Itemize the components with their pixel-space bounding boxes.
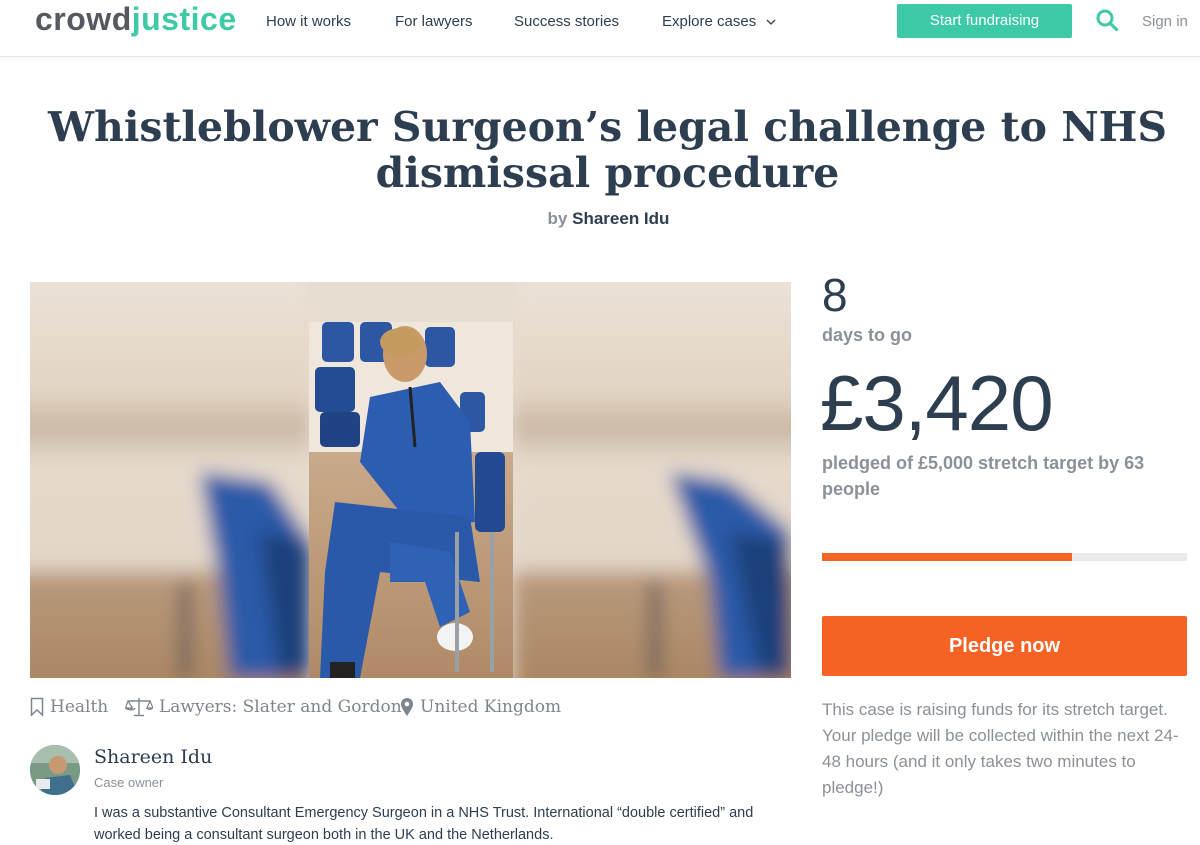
scales-icon [125,698,153,717]
nav-explore-cases-label: Explore cases [662,13,757,30]
crowdjustice-logo[interactable]: crowdjustice [35,1,237,38]
chevron-down-icon [766,19,776,25]
nav-how-it-works[interactable]: How it works [266,13,351,30]
tag-lawyers-label: Lawyers: Slater and Gordon [159,697,402,717]
tag-location-label: United Kingdom [420,697,562,717]
tag-category-label: Health [50,697,109,717]
owner-role: Case owner [94,775,164,790]
by-label: by [547,209,568,228]
logo-justice-text: justice [131,1,237,37]
tag-category[interactable]: Health [30,697,108,717]
stretch-target-info: This case is raising funds for its stret… [822,700,1179,797]
nav-explore-cases[interactable]: Explore cases [662,13,776,30]
amount-raised: £3,420 [820,359,1054,447]
location-pin-icon [401,698,413,716]
owner-avatar[interactable] [30,745,80,795]
funding-progress-bar [822,553,1187,561]
days-remaining-count: 8 [822,269,848,321]
case-description: I was a substantive Consultant Emergency… [94,805,754,843]
pledge-now-button[interactable]: Pledge now [822,616,1187,676]
days-remaining-label: days to go [822,325,913,345]
bookmark-icon [30,697,44,717]
pledged-summary: pledged of £5,000 stretch target by 63 p… [822,453,1145,499]
start-fundraising-button[interactable]: Start fundraising [897,4,1072,38]
funding-progress-fill [822,553,1072,561]
owner-name[interactable]: Shareen Idu [94,746,212,768]
byline-owner-name[interactable]: Shareen Idu [572,209,669,228]
tag-lawyers[interactable]: Lawyers: Slater and Gordon [125,697,402,717]
case-byline: by Shareen Idu [0,209,1200,229]
case-title: Whistleblower Surgeon’s legal challenge … [47,103,1168,197]
case-hero-image [30,282,791,678]
nav-success-stories[interactable]: Success stories [514,13,619,30]
sign-in-link[interactable]: Sign in [1142,13,1188,30]
tag-location[interactable]: United Kingdom [400,697,561,717]
search-icon[interactable] [1095,8,1119,32]
hero-photo [30,282,791,678]
site-header: crowdjustice How it works For lawyers Su… [0,0,1200,57]
avatar-photo [30,745,80,795]
nav-for-lawyers[interactable]: For lawyers [395,13,473,30]
logo-crowd-text: crowd [35,1,132,37]
